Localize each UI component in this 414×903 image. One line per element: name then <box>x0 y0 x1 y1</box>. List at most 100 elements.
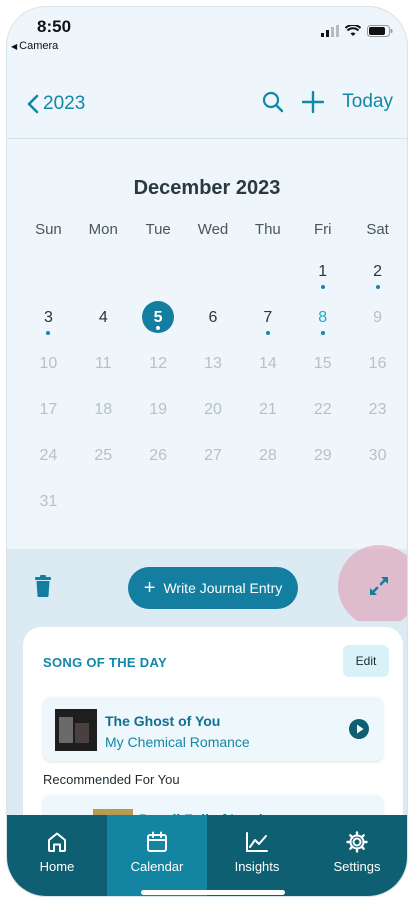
day-number: 12 <box>149 355 168 372</box>
day-number: 10 <box>39 355 58 372</box>
days-grid: 1 2 3 4 5 6 7 8 9 10 11 12 13 14 15 16 17 18 19 20 21 22 23 24 2… <box>21 253 405 529</box>
back-year-label: 2023 <box>43 93 86 114</box>
day-cell[interactable]: 17 <box>21 391 76 437</box>
search-icon[interactable] <box>262 91 284 113</box>
day-cell[interactable]: 25 <box>76 437 131 483</box>
day-cell[interactable]: 30 <box>350 437 405 483</box>
day-cell[interactable]: 16 <box>350 345 405 391</box>
back-to-year-button[interactable]: 2023 <box>27 93 85 115</box>
song-artist: My Chemical Romance <box>105 734 250 750</box>
day-number: 20 <box>204 401 222 418</box>
day-cell[interactable]: 5 <box>131 299 186 345</box>
day-cell[interactable]: 19 <box>131 391 186 437</box>
empty-day-cell <box>131 253 186 299</box>
day-cell[interactable]: 2 <box>350 253 405 299</box>
day-number: 6 <box>208 309 218 326</box>
tab-home-label: Home <box>39 859 75 874</box>
calendar-icon <box>147 831 167 852</box>
back-app-label: Camera <box>19 40 59 52</box>
day-cell[interactable]: 4 <box>76 299 131 345</box>
day-cell[interactable]: 22 <box>295 391 350 437</box>
day-cell[interactable]: 23 <box>350 391 405 437</box>
edit-button[interactable]: Edit <box>343 645 389 677</box>
day-cell[interactable]: 28 <box>240 437 295 483</box>
day-number: 26 <box>149 447 168 464</box>
day-cell[interactable]: 8 <box>295 299 350 345</box>
nav-actions: Today <box>262 91 393 113</box>
day-cell[interactable]: 1 <box>295 253 350 299</box>
home-icon <box>48 832 66 852</box>
play-icon[interactable] <box>349 719 369 739</box>
day-number: 21 <box>258 401 277 418</box>
battery-icon <box>367 25 393 37</box>
day-cell[interactable]: 27 <box>186 437 241 483</box>
day-cell[interactable]: 13 <box>186 345 241 391</box>
tab-home[interactable]: Home <box>7 815 107 896</box>
empty-day-cell <box>186 253 241 299</box>
day-number: 25 <box>94 447 113 464</box>
day-cell[interactable]: 12 <box>131 345 186 391</box>
day-cell[interactable]: 20 <box>186 391 241 437</box>
day-number: 15 <box>313 355 332 372</box>
day-number: 3 <box>43 309 53 326</box>
day-cell[interactable]: 29 <box>295 437 350 483</box>
trash-icon[interactable] <box>35 575 51 597</box>
nav-header: 2023 Today <box>7 77 407 139</box>
empty-day-cell <box>21 253 76 299</box>
back-triangle-icon: ◀ <box>11 41 18 51</box>
day-cell[interactable]: 18 <box>76 391 131 437</box>
day-number: 7 <box>263 309 273 326</box>
tab-insights[interactable]: Insights <box>207 815 307 896</box>
day-cell[interactable]: 7 <box>240 299 295 345</box>
weekday-label: Tue <box>145 221 171 238</box>
weekday-label: Sun <box>35 221 62 238</box>
day-cell[interactable]: 6 <box>186 299 241 345</box>
day-cell[interactable]: 21 <box>240 391 295 437</box>
today-button[interactable]: Today <box>342 91 393 113</box>
weekday-label: Mon <box>88 221 118 238</box>
back-to-app-link[interactable]: ◀ Camera <box>11 40 58 52</box>
recommended-label: Recommended For You <box>43 772 180 787</box>
day-cell[interactable]: 3 <box>21 299 76 345</box>
tab-settings[interactable]: Settings <box>307 815 407 896</box>
day-cell[interactable]: 11 <box>76 345 131 391</box>
home-indicator <box>141 890 285 895</box>
day-number: 16 <box>368 355 387 372</box>
day-number: 18 <box>94 401 113 418</box>
write-journal-entry-button[interactable]: + Write Journal Entry <box>128 567 298 609</box>
tab-insights-label: Insights <box>234 859 280 874</box>
day-number: 30 <box>368 447 387 464</box>
day-number: 28 <box>258 447 277 464</box>
day-number: 2 <box>373 263 383 280</box>
day-cell[interactable]: 24 <box>21 437 76 483</box>
weekday-header: Sun Mon Tue Wed Thu Fri Sat <box>21 221 405 238</box>
weekday-label: Fri <box>313 221 332 238</box>
day-number: 29 <box>313 447 332 464</box>
weekday-label: Wed <box>197 221 229 238</box>
action-bar: + Write Journal Entry <box>7 545 407 629</box>
day-number: 11 <box>94 355 112 372</box>
day-cell[interactable]: 26 <box>131 437 186 483</box>
day-number: 27 <box>204 447 222 464</box>
day-number: 8 <box>318 309 328 326</box>
expand-button[interactable] <box>338 545 407 627</box>
day-cell[interactable]: 15 <box>295 345 350 391</box>
day-cell[interactable]: 9 <box>350 299 405 345</box>
song-item[interactable]: The Ghost of You My Chemical Romance <box>43 697 383 761</box>
signal-icon <box>321 25 339 37</box>
day-number: 1 <box>318 263 328 280</box>
day-cell[interactable]: 10 <box>21 345 76 391</box>
day-number: 23 <box>368 401 387 418</box>
tab-calendar[interactable]: Calendar <box>107 815 207 896</box>
write-journal-label: Write Journal Entry <box>163 580 283 596</box>
day-cell[interactable]: 31 <box>21 483 76 529</box>
day-number: 4 <box>98 309 108 326</box>
month-calendar: December 2023 Sun Mon Tue Wed Thu Fri Sat 1234… <box>7 139 407 549</box>
add-icon[interactable] <box>302 91 325 113</box>
empty-day-cell <box>240 253 295 299</box>
wifi-icon <box>345 25 361 36</box>
tab-settings-label: Settings <box>333 859 381 874</box>
tab-calendar-label: Calendar <box>130 859 184 874</box>
day-number: 5 <box>153 309 163 326</box>
day-cell[interactable]: 14 <box>240 345 295 391</box>
